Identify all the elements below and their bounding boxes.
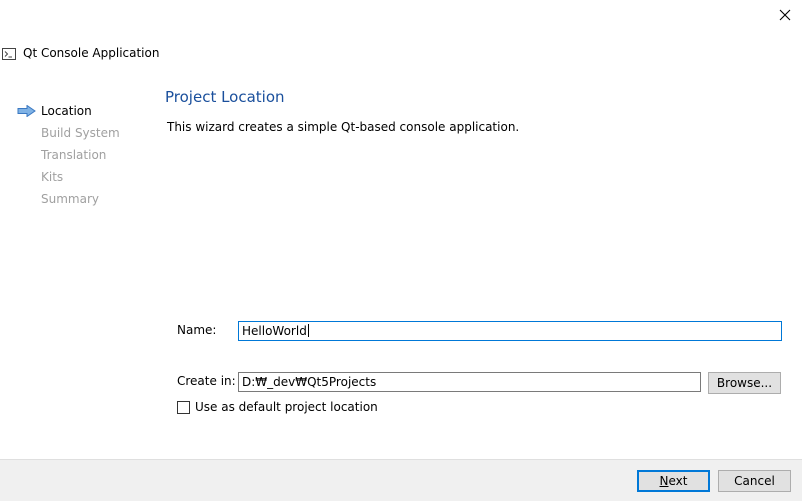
wizard-steps: Location Build System Translation Kits S…	[0, 100, 160, 210]
step-build-system: Build System	[0, 122, 160, 144]
browse-button[interactable]: Browse...	[708, 372, 781, 394]
wizard-window: Qt Console Application Location Build Sy…	[0, 0, 802, 501]
text-caret	[307, 324, 309, 337]
cancel-button[interactable]: Cancel	[718, 470, 791, 492]
step-label: Location	[41, 104, 92, 118]
create-in-label: Create in:	[177, 374, 236, 388]
cancel-button-label: Cancel	[734, 474, 775, 488]
window-title: Qt Console Application	[23, 46, 160, 60]
close-button[interactable]	[772, 4, 798, 26]
page-title: Project Location	[165, 88, 285, 106]
next-button[interactable]: Next	[637, 470, 710, 492]
step-location: Location	[0, 100, 160, 122]
close-icon	[779, 9, 791, 21]
step-kits: Kits	[0, 166, 160, 188]
console-icon	[2, 48, 16, 60]
name-label: Name:	[177, 323, 217, 337]
default-location-checkbox[interactable]	[177, 401, 190, 414]
step-summary: Summary	[0, 188, 160, 210]
default-location-label[interactable]: Use as default project location	[195, 400, 378, 414]
step-label: Build System	[41, 126, 120, 140]
next-button-label: Next	[659, 474, 688, 488]
name-input[interactable]: HelloWorld	[238, 321, 782, 341]
browse-button-label: Browse...	[716, 376, 773, 390]
wizard-footer: Next Cancel	[0, 459, 802, 501]
create-in-input-value: D:₩_dev₩Qt5Projects	[242, 375, 377, 389]
arrow-right-icon	[17, 105, 36, 117]
name-input-value: HelloWorld	[242, 324, 307, 338]
step-label: Kits	[41, 170, 64, 184]
create-in-input[interactable]: D:₩_dev₩Qt5Projects	[238, 372, 701, 392]
step-label: Summary	[41, 192, 99, 206]
step-label: Translation	[41, 148, 107, 162]
step-translation: Translation	[0, 144, 160, 166]
page-description: This wizard creates a simple Qt-based co…	[167, 120, 520, 134]
